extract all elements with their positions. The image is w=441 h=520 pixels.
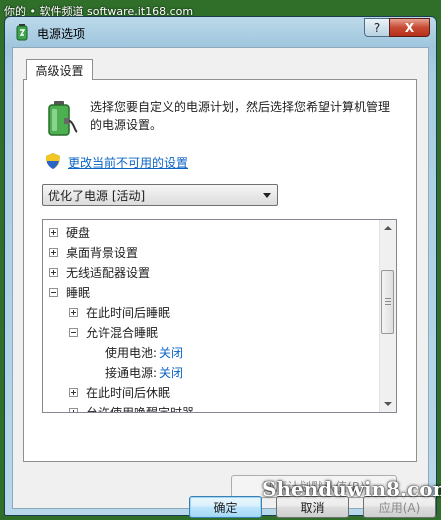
tree-item-sleep-after[interactable]: 在此时间后睡眠 (69, 302, 170, 322)
expand-plus-icon[interactable] (69, 307, 78, 317)
tree-item-label: 睡眠 (66, 285, 91, 300)
tree-item-label: 允许使用唤醒定时器 (86, 405, 195, 413)
advanced-settings-panel: 选择您要自定义的电源计划，然后选择您希望计算机管理的电源设置。 更改当前不可用的… (23, 79, 417, 498)
expand-plus-icon[interactable] (49, 227, 58, 237)
tree-item-wireless-adapter[interactable]: 无线适配器设置 (49, 262, 150, 282)
power-options-icon (16, 24, 28, 41)
bottom-watermark: Shenduwin8.com (262, 477, 441, 501)
close-button[interactable]: X (389, 18, 430, 37)
window-title: 电源选项 (37, 27, 86, 41)
on-battery-value-link[interactable]: 关闭 (159, 344, 183, 361)
tree-item-plugged-in[interactable]: 接通电源: 关闭 (105, 362, 183, 382)
scroll-thumb[interactable] (381, 270, 394, 334)
tree-item-hard-disk[interactable]: 硬盘 (49, 222, 90, 242)
chevron-down-icon (263, 193, 271, 198)
grip-line (385, 304, 391, 305)
expand-plus-icon[interactable] (69, 387, 78, 397)
tree-item-hybrid-sleep[interactable]: 允许混合睡眠 (69, 322, 158, 342)
tree-item-label: 无线适配器设置 (66, 265, 151, 280)
tree-item-label: 桌面背景设置 (66, 245, 139, 260)
tree-item-label: 使用电池: (105, 345, 158, 360)
title-bar[interactable]: 电源选项 ? X (5, 17, 436, 47)
ok-button[interactable]: 确定 (189, 496, 262, 518)
uac-shield-icon (46, 153, 60, 169)
tree-item-on-battery[interactable]: 使用电池: 关闭 (105, 342, 183, 362)
battery-plug-icon (48, 101, 78, 136)
grip-line (385, 301, 391, 302)
scroll-up-arrow-icon[interactable] (384, 226, 392, 230)
dialog-client-area: 高级设置 选择您要自定义的电源计划，然后选择您希望计算机管理的电源设置。 更改当… (12, 47, 436, 518)
collapse-minus-icon[interactable] (49, 287, 58, 297)
power-plan-select-value: 优化了电源 [活动] (48, 188, 146, 203)
expand-plus-icon[interactable] (49, 267, 58, 277)
tree-item-wake-timers[interactable]: 允许使用唤醒定时器 (69, 402, 195, 413)
tree-item-label: 硬盘 (66, 225, 91, 240)
expand-plus-icon[interactable] (49, 247, 58, 257)
power-plan-select[interactable]: 优化了电源 [活动] (42, 184, 278, 206)
tree-item-hibernate-after[interactable]: 在此时间后休眠 (69, 382, 170, 402)
tree-item-label: 在此时间后睡眠 (86, 305, 171, 320)
change-unavailable-settings-link[interactable]: 更改当前不可用的设置 (68, 154, 188, 171)
scroll-down-arrow-icon[interactable] (384, 402, 392, 406)
tree-item-sleep[interactable]: 睡眠 (49, 282, 90, 302)
tree-item-label: 接通电源: (105, 365, 158, 380)
help-button[interactable]: ? (364, 18, 390, 37)
tree-scrollbar[interactable] (379, 220, 396, 412)
tree-item-label: 允许混合睡眠 (86, 325, 159, 340)
plugged-in-value-link[interactable]: 关闭 (159, 364, 183, 381)
tab-advanced-settings[interactable]: 高级设置 (26, 59, 93, 80)
power-options-window: 电源选项 ? X 高级设置 选择您要自定义的电源计划，然后选择您希望计算机管理的… (4, 16, 437, 518)
plan-description: 选择您要自定义的电源计划，然后选择您希望计算机管理的电源设置。 (90, 100, 391, 132)
tree-item-desktop-background[interactable]: 桌面背景设置 (49, 242, 138, 262)
settings-tree[interactable]: 硬盘 桌面背景设置 无线适配器设置 睡眠 在此时间后睡眠 允许混合睡眠 使用电池… (42, 219, 397, 413)
grip-line (385, 298, 391, 299)
expand-plus-icon[interactable] (69, 407, 78, 412)
collapse-minus-icon[interactable] (69, 327, 78, 337)
tree-item-label: 在此时间后休眠 (86, 385, 171, 400)
